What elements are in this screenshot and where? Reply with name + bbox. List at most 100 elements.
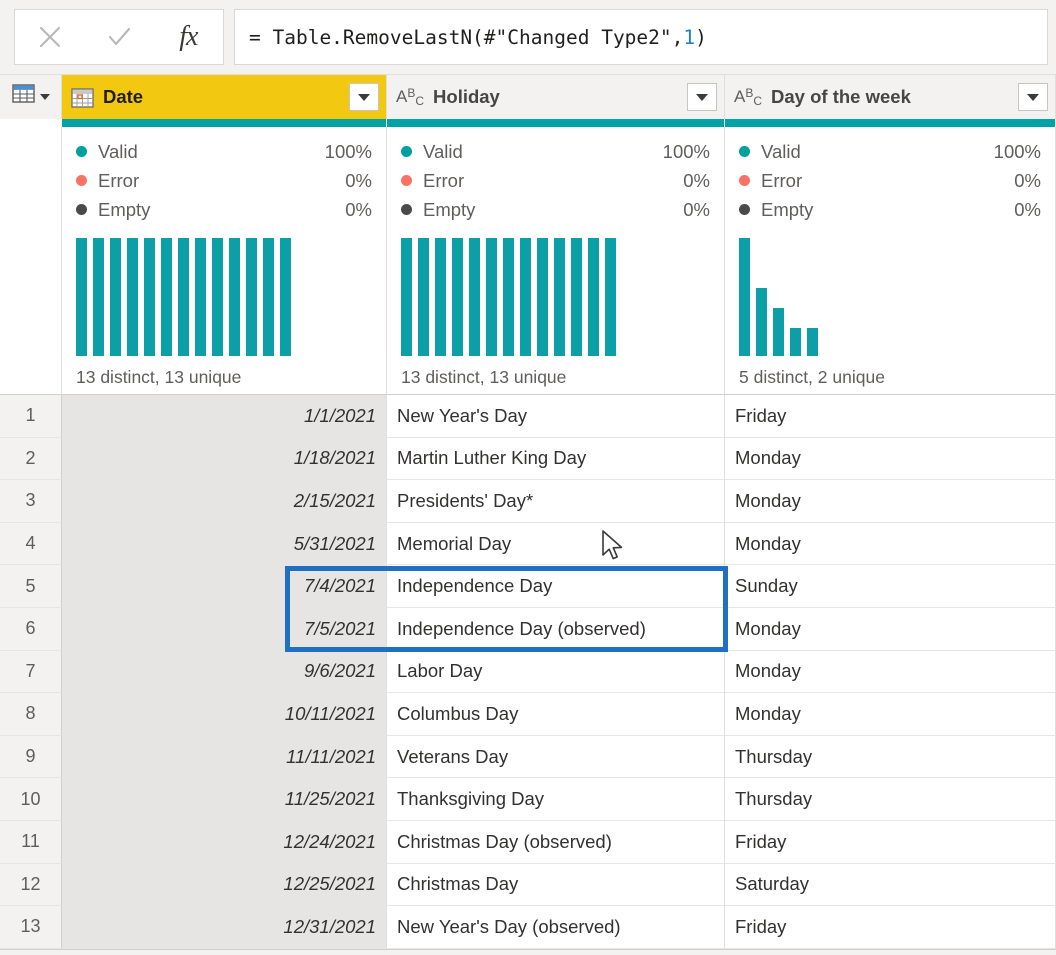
cell-day-of-the-week[interactable]: Monday bbox=[725, 480, 1056, 523]
profile-stat-empty: Empty 0% bbox=[76, 195, 372, 224]
cell-holiday[interactable]: Labor Day bbox=[387, 650, 725, 694]
row-number[interactable]: 1 bbox=[0, 395, 62, 438]
select-all-columns-button[interactable] bbox=[0, 75, 62, 119]
table-row[interactable]: 4 5/31/2021 Memorial Day Monday bbox=[0, 522, 1056, 566]
cell-day-of-the-week[interactable]: Saturday bbox=[725, 863, 1056, 907]
fx-icon[interactable]: fx bbox=[161, 12, 215, 62]
row-number[interactable]: 13 bbox=[0, 906, 62, 949]
table-row[interactable]: 3 2/15/2021 Presidents' Day* Monday bbox=[0, 480, 1056, 523]
table-row[interactable]: 2 1/18/2021 Martin Luther King Day Monday bbox=[0, 437, 1056, 481]
cell-date[interactable]: 2/15/2021 bbox=[62, 480, 387, 523]
profile-stat-valid: Valid 100% bbox=[401, 137, 710, 166]
stat-label: Empty bbox=[761, 198, 814, 220]
cell-holiday[interactable]: Memorial Day bbox=[387, 522, 725, 566]
cell-day-of-the-week[interactable]: Friday bbox=[725, 906, 1056, 949]
close-icon[interactable] bbox=[23, 12, 77, 62]
column-header-date[interactable]: Date bbox=[62, 75, 387, 119]
value-distribution-chart-holiday[interactable] bbox=[401, 238, 710, 356]
column-filter-button-day-of-the-week[interactable] bbox=[1018, 83, 1048, 111]
formula-input[interactable]: = Table.RemoveLastN(#"Changed Type2",1) bbox=[234, 9, 1048, 65]
cell-date[interactable]: 7/4/2021 bbox=[62, 565, 387, 608]
profile-stat-valid: Valid 100% bbox=[76, 137, 372, 166]
empty-dot-icon bbox=[739, 204, 750, 215]
row-number[interactable]: 3 bbox=[0, 480, 62, 523]
table-row[interactable]: 5 7/4/2021 Independence Day Sunday bbox=[0, 565, 1056, 608]
error-dot-icon bbox=[401, 175, 412, 186]
value-distribution-chart-date[interactable] bbox=[76, 238, 372, 356]
cell-holiday[interactable]: New Year's Day (observed) bbox=[387, 906, 725, 949]
formula-suffix: ) bbox=[695, 25, 707, 49]
value-distribution-chart-day-of-the-week[interactable] bbox=[739, 238, 1041, 356]
cell-holiday[interactable]: Christmas Day (observed) bbox=[387, 820, 725, 864]
stat-label: Empty bbox=[423, 198, 476, 220]
cell-day-of-the-week[interactable]: Monday bbox=[725, 693, 1056, 736]
row-number[interactable]: 8 bbox=[0, 693, 62, 736]
column-profile-date[interactable]: Valid 100% Error 0% Empty 0% 13 distinct… bbox=[62, 127, 387, 395]
checkmark-icon[interactable] bbox=[92, 12, 146, 62]
cell-day-of-the-week[interactable]: Thursday bbox=[725, 778, 1056, 821]
cell-day-of-the-week[interactable]: Monday bbox=[725, 522, 1056, 566]
cell-day-of-the-week[interactable]: Monday bbox=[725, 607, 1056, 651]
row-number[interactable]: 4 bbox=[0, 522, 62, 566]
cell-date[interactable]: 11/11/2021 bbox=[62, 735, 387, 779]
cell-date[interactable]: 9/6/2021 bbox=[62, 650, 387, 694]
row-number[interactable]: 10 bbox=[0, 778, 62, 821]
row-number[interactable]: 2 bbox=[0, 437, 62, 481]
chevron-down-icon bbox=[696, 93, 708, 101]
profile-stat-empty: Empty 0% bbox=[739, 195, 1041, 224]
cell-holiday[interactable]: Independence Day bbox=[387, 565, 725, 608]
table-row[interactable]: 13 12/31/2021 New Year's Day (observed) Fri… bbox=[0, 906, 1056, 949]
abc-text-icon: ABC bbox=[396, 86, 425, 108]
cell-day-of-the-week[interactable]: Friday bbox=[725, 820, 1056, 864]
column-header-holiday[interactable]: ABC Holiday bbox=[387, 75, 725, 119]
row-number[interactable]: 11 bbox=[0, 820, 62, 864]
table-row[interactable]: 11 12/24/2021 Christmas Day (observed) Frid… bbox=[0, 820, 1056, 864]
cell-date[interactable]: 1/18/2021 bbox=[62, 437, 387, 481]
cell-date[interactable]: 12/25/2021 bbox=[62, 863, 387, 907]
table-row[interactable]: 7 9/6/2021 Labor Day Monday bbox=[0, 650, 1056, 694]
cell-holiday[interactable]: Presidents' Day* bbox=[387, 480, 725, 523]
cell-date[interactable]: 11/25/2021 bbox=[62, 778, 387, 821]
cell-day-of-the-week[interactable]: Sunday bbox=[725, 565, 1056, 608]
valid-dot-icon bbox=[401, 146, 412, 157]
table-row[interactable]: 12 12/25/2021 Christmas Day Saturday bbox=[0, 863, 1056, 907]
table-row[interactable]: 1 1/1/2021 New Year's Day Friday bbox=[0, 395, 1056, 438]
chevron-down-icon bbox=[1027, 93, 1039, 101]
cell-day-of-the-week[interactable]: Thursday bbox=[725, 735, 1056, 779]
cell-holiday[interactable]: Columbus Day bbox=[387, 693, 725, 736]
column-profile-day-of-the-week[interactable]: Valid 100% Error 0% Empty 0% 5 distinct,… bbox=[725, 127, 1056, 395]
column-filter-button-holiday[interactable] bbox=[687, 83, 717, 111]
chevron-down-icon[interactable] bbox=[39, 94, 50, 100]
profile-stat-error: Error 0% bbox=[76, 166, 372, 195]
cell-day-of-the-week[interactable]: Friday bbox=[725, 395, 1056, 438]
cell-date[interactable]: 7/5/2021 bbox=[62, 607, 387, 651]
cell-holiday[interactable]: Martin Luther King Day bbox=[387, 437, 725, 481]
cell-holiday[interactable]: New Year's Day bbox=[387, 395, 725, 438]
row-number[interactable]: 6 bbox=[0, 607, 62, 651]
cell-day-of-the-week[interactable]: Monday bbox=[725, 650, 1056, 694]
table-row[interactable]: 8 10/11/2021 Columbus Day Monday bbox=[0, 693, 1056, 736]
distinct-unique-text: 13 distinct, 13 unique bbox=[76, 367, 242, 387]
cell-date[interactable]: 12/24/2021 bbox=[62, 820, 387, 864]
cell-holiday[interactable]: Thanksgiving Day bbox=[387, 778, 725, 821]
column-profile-holiday[interactable]: Valid 100% Error 0% Empty 0% 13 distinct… bbox=[387, 127, 725, 395]
column-filter-button-date[interactable] bbox=[349, 83, 379, 111]
cell-date[interactable]: 10/11/2021 bbox=[62, 693, 387, 736]
cell-date[interactable]: 5/31/2021 bbox=[62, 522, 387, 566]
table-row[interactable]: 9 11/11/2021 Veterans Day Thursday bbox=[0, 735, 1056, 779]
row-number[interactable]: 7 bbox=[0, 650, 62, 694]
cell-holiday[interactable]: Christmas Day bbox=[387, 863, 725, 907]
cell-date[interactable]: 1/1/2021 bbox=[62, 395, 387, 438]
row-number[interactable]: 12 bbox=[0, 863, 62, 907]
profile-stat-empty: Empty 0% bbox=[401, 195, 710, 224]
cell-date[interactable]: 12/31/2021 bbox=[62, 906, 387, 949]
column-header-day-of-the-week[interactable]: ABC Day of the week bbox=[725, 75, 1056, 119]
cell-holiday[interactable]: Veterans Day bbox=[387, 735, 725, 779]
cell-holiday[interactable]: Independence Day (observed) bbox=[387, 607, 725, 651]
cell-day-of-the-week[interactable]: Monday bbox=[725, 437, 1056, 481]
table-row[interactable]: 6 7/5/2021 Independence Day (observed) Mond… bbox=[0, 607, 1056, 651]
row-number[interactable]: 9 bbox=[0, 735, 62, 779]
table-row[interactable]: 10 11/25/2021 Thanksgiving Day Thursday bbox=[0, 778, 1056, 821]
row-number[interactable]: 5 bbox=[0, 565, 62, 608]
quality-strip-date bbox=[62, 119, 387, 127]
